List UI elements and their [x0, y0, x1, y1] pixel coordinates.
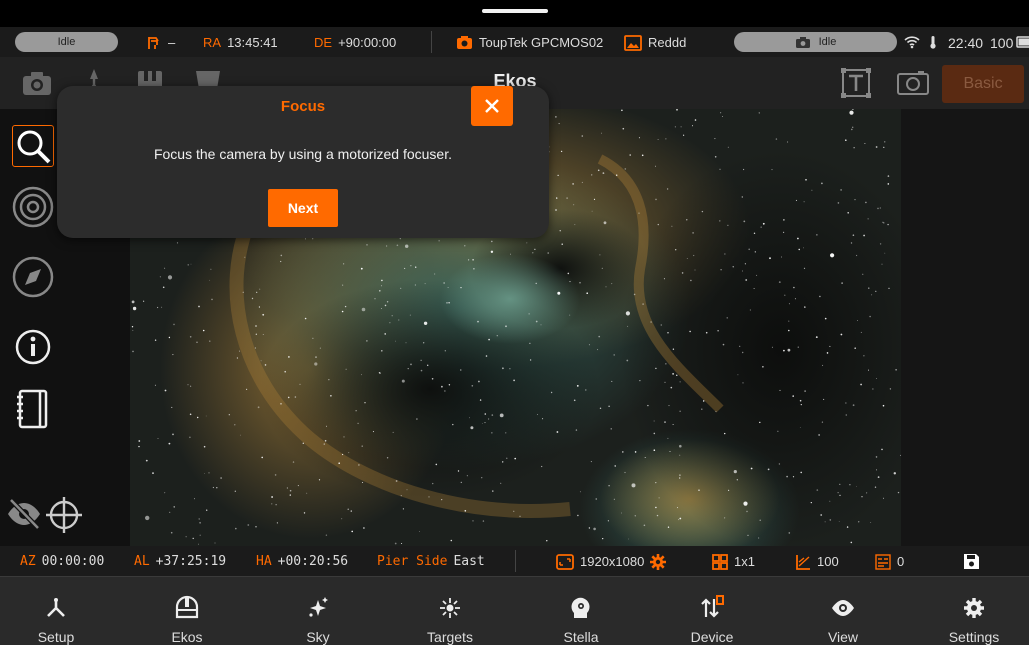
nav-item-setup[interactable]: Setup [1, 577, 111, 645]
resolution-icon [556, 553, 574, 570]
al-value: +37:25:19 [155, 554, 227, 569]
nav-label: Device [690, 629, 734, 645]
close-button[interactable] [471, 86, 513, 126]
divider [515, 550, 516, 572]
mount-icon [148, 36, 159, 49]
snapshot-icon[interactable] [896, 67, 930, 99]
nav-item-settings[interactable]: Settings [919, 577, 1029, 645]
al-label: AL [134, 554, 150, 569]
az-readout: AZ 00:00:00 [20, 553, 104, 570]
image-icon [624, 34, 642, 51]
pier-side-readout: Pier Side East [377, 553, 485, 570]
text-overlay-icon[interactable] [839, 67, 873, 99]
mount-status[interactable]: – [146, 34, 175, 51]
hide-overlay-icon[interactable] [6, 496, 42, 532]
pier-side-label: Pier Side [377, 554, 448, 569]
close-icon [485, 99, 499, 113]
camera-status-icon [795, 36, 810, 48]
battery-icon [1016, 36, 1029, 48]
setup-icon [47, 598, 65, 617]
binning-icon [712, 553, 728, 570]
settings-icon [964, 598, 984, 618]
status-bar: Idle – RA 13:45:41 DE +90:00:00 ToupTek … [0, 27, 1029, 57]
az-value: 00:00:00 [41, 554, 105, 569]
nav-label: View [827, 629, 859, 645]
nav-label: Targets [427, 629, 473, 645]
idle-status-pill: Idle [15, 32, 118, 52]
system-strip [0, 0, 1029, 27]
ha-readout: HA +00:20:56 [256, 553, 348, 570]
offset-icon [875, 553, 891, 570]
view-icon [832, 600, 854, 616]
search-icon[interactable] [12, 125, 54, 167]
gear-icon [650, 553, 667, 570]
al-readout: AL +37:25:19 [134, 553, 226, 570]
de-readout: DE +90:00:00 [314, 34, 396, 51]
resolution-value: 1920x1080 [580, 554, 645, 569]
gain-icon [796, 554, 810, 570]
notebook-icon[interactable] [11, 387, 55, 431]
camera-name: ToupTek GPCMOS02 [479, 35, 604, 50]
drag-handle[interactable] [482, 9, 548, 13]
nav-item-device[interactable]: Device [657, 577, 767, 645]
camera-selector[interactable]: ToupTek GPCMOS02 [456, 34, 603, 51]
resolution-setting[interactable]: 1920x1080 [556, 553, 667, 570]
save-icon[interactable] [963, 553, 980, 570]
nav-label: Ekos [171, 629, 203, 645]
ra-value: 13:45:41 [227, 35, 278, 50]
info-bar: AZ 00:00:00 AL +37:25:19 HA +00:20:56 Pi… [0, 546, 1029, 576]
gain-setting[interactable]: 100 [795, 553, 839, 570]
info-icon[interactable] [11, 325, 55, 369]
nav-label: Sky [306, 629, 330, 645]
device-icon [701, 595, 724, 618]
sky-icon [309, 597, 328, 617]
binning-setting[interactable]: 1x1 [712, 553, 755, 570]
binning-value: 1x1 [734, 554, 755, 569]
nav-item-view[interactable]: View [788, 577, 898, 645]
gain-value: 100 [817, 554, 839, 569]
wifi-icon [904, 36, 920, 49]
nav-label: Stella [563, 629, 599, 645]
battery-percent: 100 [990, 34, 1014, 51]
next-button[interactable]: Next [268, 189, 338, 227]
stella-icon [571, 597, 590, 618]
divider [431, 31, 432, 53]
targets-icon [440, 598, 460, 618]
image-selector[interactable]: Reddd [624, 34, 686, 51]
ha-value: +00:20:56 [277, 554, 349, 569]
nav-item-targets[interactable]: Targets [395, 577, 505, 645]
target-icon[interactable] [11, 185, 55, 229]
ra-label: RA [203, 35, 222, 50]
offset-value: 0 [897, 554, 905, 569]
offset-setting[interactable]: 0 [875, 553, 904, 570]
dialog-message: Focus the camera by using a motorized fo… [153, 146, 453, 162]
de-value: +90:00:00 [338, 35, 397, 50]
image-name: Reddd [648, 35, 687, 50]
de-label: DE [314, 35, 333, 50]
mount-value: – [168, 35, 176, 50]
compass-icon[interactable] [11, 255, 55, 299]
ra-readout: RA 13:45:41 [203, 34, 278, 51]
ekos-icon [175, 595, 199, 619]
camera-status-label: Idle [818, 36, 837, 48]
nav-item-ekos[interactable]: Ekos [132, 577, 242, 645]
bottom-nav: Setup Ekos Sky Targets Stella Device Vie… [0, 576, 1029, 645]
az-label: AZ [20, 554, 36, 569]
crosshair-icon[interactable] [45, 496, 83, 534]
camera-icon [457, 36, 472, 49]
nav-item-stella[interactable]: Stella [526, 577, 636, 645]
basic-mode-button[interactable]: Basic [942, 65, 1024, 103]
idle-status-label: Idle [57, 36, 76, 48]
camera-status-pill: Idle [734, 32, 897, 52]
nav-label: Settings [948, 629, 1000, 645]
right-gutter [901, 109, 1029, 546]
focus-dialog: Focus Focus the camera by using a motori… [57, 86, 549, 238]
nav-label: Setup [37, 629, 75, 645]
nav-item-sky[interactable]: Sky [263, 577, 373, 645]
ha-label: HA [256, 554, 272, 569]
thermometer-icon [930, 36, 936, 49]
capture-icon[interactable] [20, 67, 54, 99]
pier-side-value: East [453, 554, 485, 569]
clock: 22:40 [948, 34, 984, 51]
